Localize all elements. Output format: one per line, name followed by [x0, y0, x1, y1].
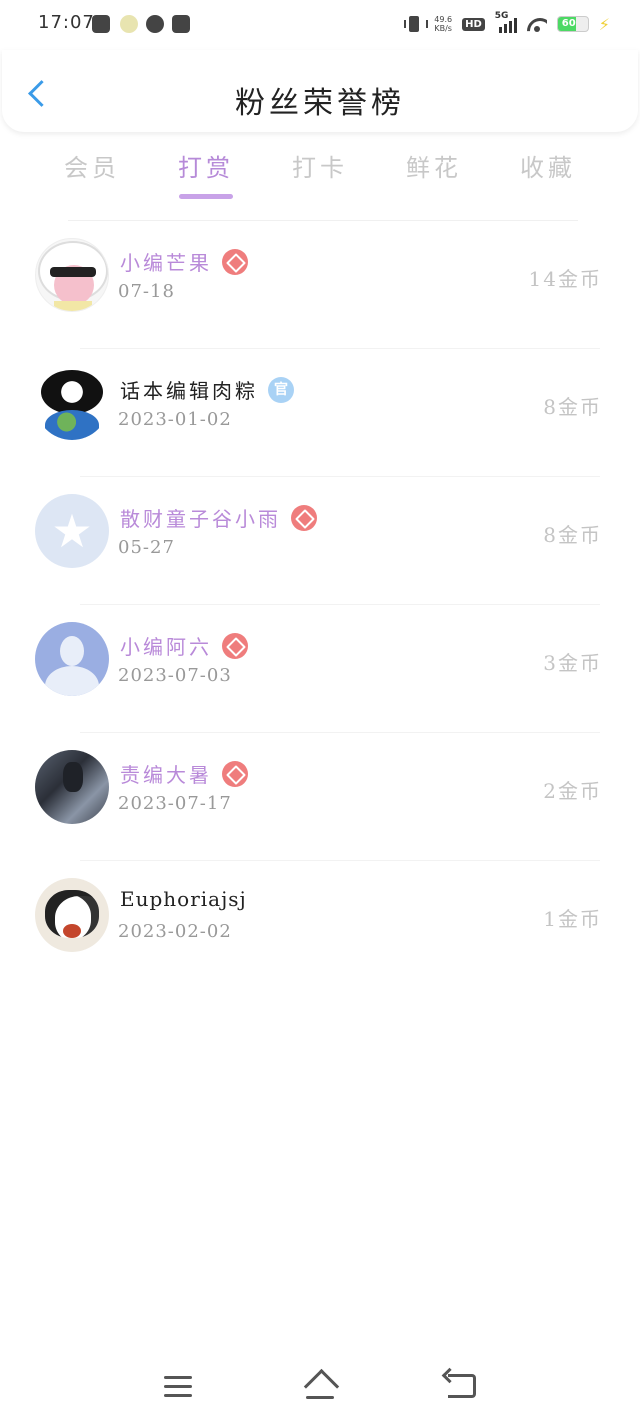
diamond-icon — [222, 248, 248, 275]
system-nav-bar — [0, 1360, 640, 1420]
list-item[interactable]: 小编阿六 2023-07-03 3金币 — [0, 605, 640, 733]
user-name[interactable]: 话本编辑肉粽 — [120, 375, 258, 404]
charging-icon: ⚡ — [598, 14, 610, 34]
reward-date: 2023-07-03 — [118, 665, 232, 686]
avatar[interactable]: ★ — [35, 494, 109, 568]
reward-date: 2023-01-02 — [118, 409, 232, 430]
user-name[interactable]: 小编芒果 — [120, 247, 212, 276]
avatar[interactable] — [35, 622, 109, 696]
music-icon — [172, 15, 190, 33]
coin-amount: 8金币 — [543, 523, 602, 547]
coin-amount: 14金币 — [528, 267, 602, 291]
diamond-icon — [222, 632, 248, 659]
status-indicators: 49.6 KB/s HD 5G 60 ⚡ — [404, 11, 610, 36]
battery-icon: 60 — [556, 16, 589, 32]
app-notification-icon — [92, 15, 110, 33]
link-icon — [146, 15, 164, 33]
page-title: 粉丝荣誉榜 — [235, 86, 405, 121]
vibrate-icon — [404, 15, 429, 33]
hd-icon: HD — [462, 17, 485, 31]
avatar[interactable] — [35, 750, 109, 824]
home-icon[interactable] — [302, 1370, 338, 1402]
tab-bar: 会员 打赏 打卡 鲜花 收藏 — [35, 148, 605, 208]
list-item[interactable]: 小编芒果 07-18 14金币 — [0, 221, 640, 349]
user-name[interactable]: Euphoriajsj — [120, 887, 247, 911]
tab-reward[interactable]: 打赏 — [149, 148, 263, 208]
list-item[interactable]: 责编大暑 2023-07-17 2金币 — [0, 733, 640, 861]
status-bar: 17:07 49.6 KB/s HD 5G 60 ⚡ — [0, 0, 640, 48]
status-time: 17:07 — [38, 12, 95, 33]
avatar[interactable] — [35, 366, 109, 440]
back-icon[interactable] — [448, 1374, 476, 1398]
user-name[interactable]: 小编阿六 — [120, 631, 212, 660]
reward-date: 2023-07-17 — [118, 793, 232, 814]
user-name[interactable]: 责编大暑 — [120, 759, 212, 788]
network-speed: 49.6 KB/s — [434, 15, 453, 33]
coin-amount: 3金币 — [543, 651, 602, 675]
tab-member[interactable]: 会员 — [35, 148, 149, 208]
reward-date: 07-18 — [118, 281, 175, 302]
tab-checkin[interactable]: 打卡 — [263, 148, 377, 208]
fan-list: 小编芒果 07-18 14金币 话本编辑肉粽 官 2023-01-02 8金币 … — [0, 221, 640, 989]
reward-date: 2023-02-02 — [118, 921, 232, 942]
tab-favorite[interactable]: 收藏 — [491, 148, 605, 208]
reward-date: 05-27 — [118, 537, 175, 558]
official-badge-icon: 官 — [268, 376, 294, 403]
diamond-icon — [291, 504, 317, 531]
wifi-icon — [527, 16, 547, 32]
signal-icon: 5G — [495, 11, 517, 33]
menu-icon[interactable] — [164, 1376, 192, 1398]
coin-amount: 1金币 — [543, 907, 602, 931]
coin-amount: 2金币 — [543, 779, 602, 803]
avatar[interactable] — [35, 238, 109, 312]
coin-amount: 8金币 — [543, 395, 602, 419]
diamond-icon — [222, 760, 248, 787]
weather-icon — [120, 15, 138, 33]
list-item[interactable]: ★ 散财童子谷小雨 05-27 8金币 — [0, 477, 640, 605]
page-header: 粉丝荣誉榜 — [2, 50, 638, 132]
list-item[interactable]: 话本编辑肉粽 官 2023-01-02 8金币 — [0, 349, 640, 477]
user-name[interactable]: 散财童子谷小雨 — [120, 503, 281, 532]
avatar[interactable] — [35, 878, 109, 952]
list-item[interactable]: Euphoriajsj 2023-02-02 1金币 — [0, 861, 640, 989]
tab-flower[interactable]: 鲜花 — [377, 148, 491, 208]
